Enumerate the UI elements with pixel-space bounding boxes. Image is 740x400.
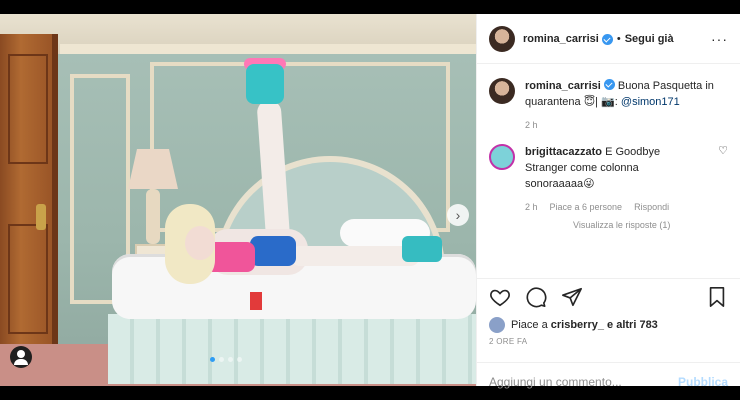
comment: brigittacazzato E Goodbye Stranger come … <box>489 144 728 192</box>
screen: › romina_carrisi • Segui già ··· romina_… <box>0 0 740 400</box>
like-comment-heart-icon[interactable]: ♡ <box>718 144 728 157</box>
post-header: romina_carrisi • Segui già ··· <box>477 14 740 64</box>
reply-button[interactable]: Rispondi <box>634 202 669 212</box>
caption-username[interactable]: romina_carrisi <box>525 80 601 92</box>
likes-summary[interactable]: Piace a crisberry_ e altri 783 <box>489 314 728 336</box>
liker-username[interactable]: crisberry_ <box>551 319 604 331</box>
post-photo[interactable]: › <box>0 14 476 386</box>
carousel-indicator <box>210 357 242 362</box>
comment-likes[interactable]: Piace a 6 persone <box>550 202 623 212</box>
header-separator: • <box>616 32 621 45</box>
follow-button[interactable]: Segui già <box>625 33 674 45</box>
liker-avatar <box>489 317 505 333</box>
bookmark-icon[interactable] <box>706 286 728 308</box>
comment-time: 2 h <box>525 202 538 212</box>
commenter-username[interactable]: brigittacazzato <box>525 146 602 158</box>
next-photo-button[interactable]: › <box>447 204 469 226</box>
caption-time: 2 h <box>525 120 538 130</box>
more-options-icon[interactable]: ··· <box>711 31 728 47</box>
author-username[interactable]: romina_carrisi <box>523 33 599 45</box>
door <box>0 34 58 354</box>
caption: romina_carrisi Buona Pasquetta in quaran… <box>489 78 728 110</box>
comments-section[interactable]: romina_carrisi Buona Pasquetta in quaran… <box>477 64 740 278</box>
comment-icon[interactable] <box>525 286 547 308</box>
comment-input[interactable] <box>489 374 678 389</box>
comment-meta: 2 h Piace a 6 persone Rispondi <box>525 202 728 212</box>
caption-avatar[interactable] <box>489 78 515 104</box>
action-bar <box>477 278 740 314</box>
post-timestamp: 2 ORE FA <box>489 337 528 346</box>
author-avatar[interactable] <box>489 25 515 52</box>
roller-skate <box>246 64 284 104</box>
add-comment-bar: Pubblica <box>477 362 740 400</box>
caption-mention-link[interactable]: @simon171 <box>621 96 680 108</box>
post-sidebar: romina_carrisi • Segui già ··· romina_ca… <box>476 14 740 389</box>
verified-badge-icon <box>603 79 615 90</box>
publish-button[interactable]: Pubblica <box>678 375 728 389</box>
verified-badge-icon <box>601 34 613 45</box>
heart-icon[interactable] <box>489 286 511 308</box>
instagram-post: › romina_carrisi • Segui già ··· romina_… <box>0 14 740 389</box>
commenter-avatar[interactable] <box>489 144 515 170</box>
chevron-right-icon: › <box>455 207 461 223</box>
user-tag-icon[interactable] <box>10 346 32 368</box>
view-replies-link[interactable]: Visualizza le risposte (1) <box>573 220 728 230</box>
share-icon[interactable] <box>561 286 583 308</box>
likes-count[interactable]: e altri 783 <box>607 319 658 331</box>
